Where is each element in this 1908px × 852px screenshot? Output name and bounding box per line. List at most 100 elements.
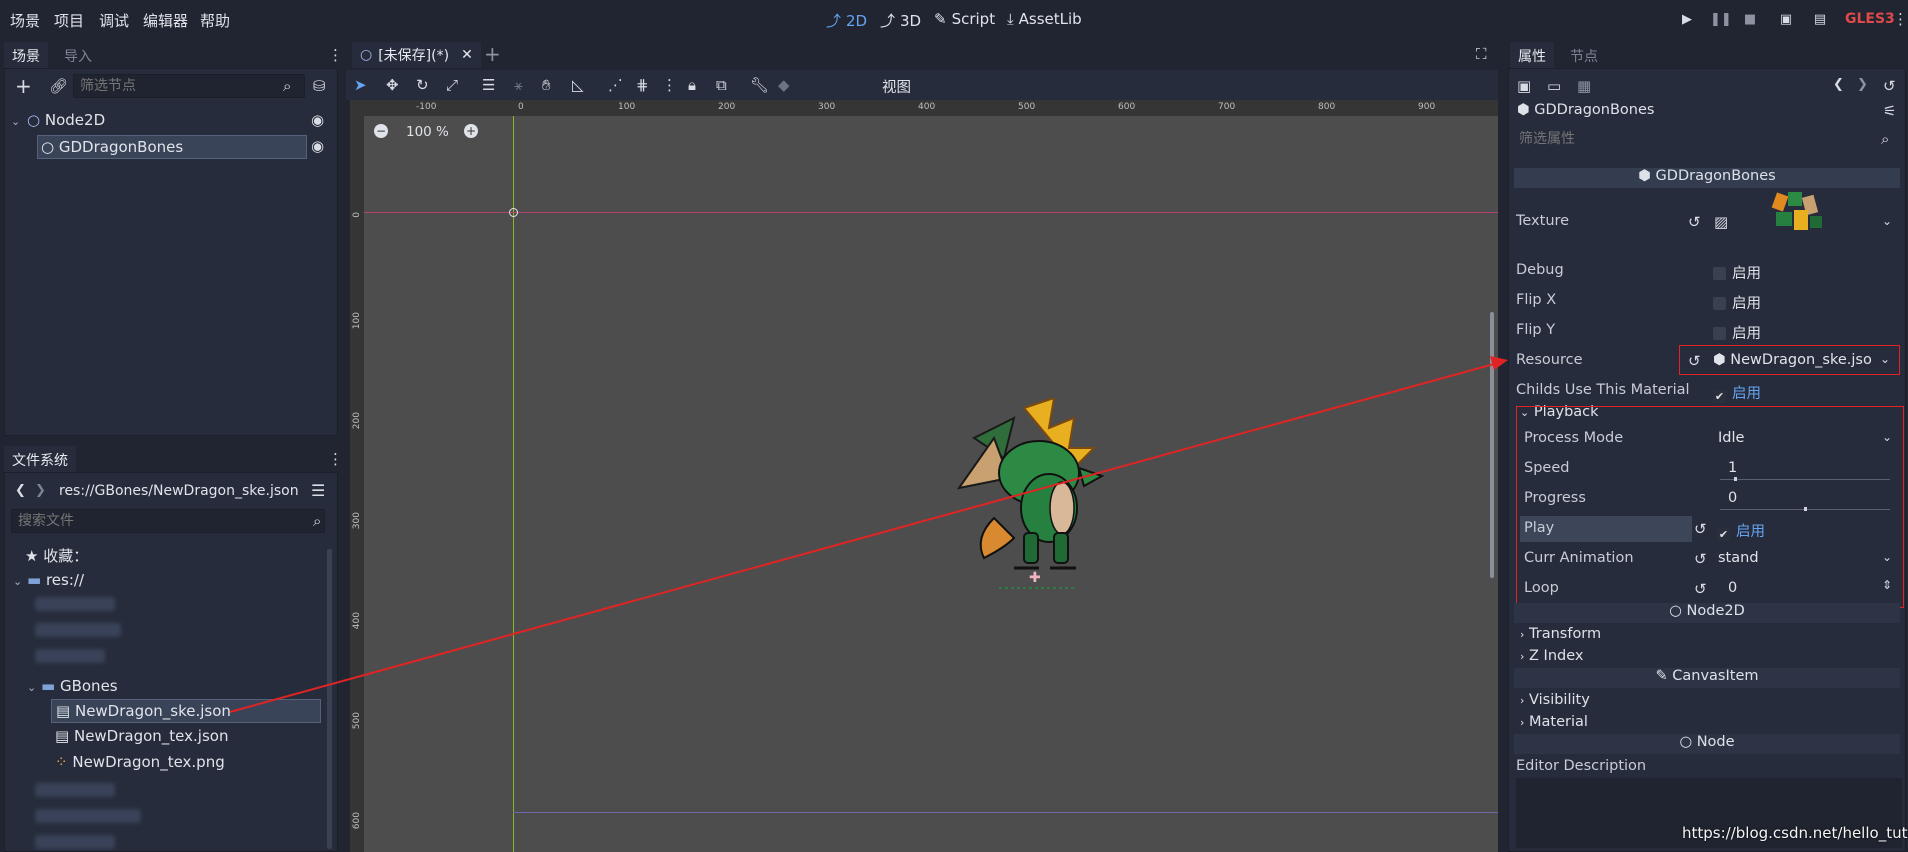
childs-material-checkbox[interactable]: ✔ 启用 bbox=[1713, 382, 1761, 403]
chevron-down-icon[interactable]: ⌄ bbox=[1882, 214, 1892, 228]
select-tool-icon[interactable]: ➤ bbox=[354, 76, 367, 94]
pause-icon[interactable]: ❚❚ bbox=[1710, 12, 1732, 28]
revert-icon[interactable]: ↺ bbox=[1688, 213, 1701, 231]
viewport-scrollbar[interactable] bbox=[1490, 312, 1494, 578]
file-newdragon-tex-png[interactable]: ⁘ NewDragon_tex.png bbox=[55, 753, 225, 771]
checkbox-off[interactable] bbox=[1713, 327, 1726, 340]
play-scene-icon[interactable]: ▣ bbox=[1778, 12, 1794, 28]
visibility-eye-icon[interactable]: ◉ bbox=[311, 137, 324, 155]
grid-snap-icon[interactable]: ⋕ bbox=[636, 76, 649, 94]
texture-preview[interactable] bbox=[1770, 190, 1830, 238]
mode-script-button[interactable]: ✎ Script bbox=[934, 10, 995, 28]
chevron-down-icon[interactable]: ⌄ bbox=[11, 115, 20, 128]
tree-node-node2d[interactable]: ⌄ ○ Node2D bbox=[11, 111, 105, 129]
file-newdragon-tex-json[interactable]: ▤ NewDragon_tex.json bbox=[55, 727, 228, 745]
group-icon[interactable]: ⧉ bbox=[716, 76, 727, 94]
script-attach-icon[interactable]: ⛁ bbox=[313, 77, 326, 95]
chevron-right-icon[interactable]: › bbox=[1520, 716, 1524, 729]
menu-debug[interactable]: 调试 bbox=[99, 10, 129, 31]
tab-node[interactable]: 节点 bbox=[1562, 42, 1606, 68]
menu-editor[interactable]: 编辑器 bbox=[143, 10, 188, 31]
link-icon[interactable]: 🔗︎ bbox=[49, 77, 68, 95]
property-filter-input[interactable] bbox=[1513, 127, 1897, 151]
rotate-tool-icon[interactable]: ↻ bbox=[416, 76, 429, 94]
tree-node-gddragonbones[interactable]: ○ GDDragonBones bbox=[37, 135, 307, 159]
dock-menu-icon[interactable]: ⋮ bbox=[328, 450, 343, 468]
lock-icon[interactable]: 🔒︎ bbox=[688, 76, 696, 94]
back-icon[interactable]: ❮ bbox=[15, 483, 26, 498]
favorites-item[interactable]: ★ 收藏： bbox=[25, 545, 88, 566]
pivot-icon[interactable]: ⚹ bbox=[514, 76, 523, 94]
section-node[interactable]: ○ Node bbox=[1514, 734, 1900, 754]
snap-options-icon[interactable]: ⋮ bbox=[662, 76, 677, 94]
stop-icon[interactable]: ■ bbox=[1742, 12, 1758, 28]
play-custom-scene-icon[interactable]: ▤ bbox=[1812, 12, 1828, 28]
history-icon[interactable]: ↺ bbox=[1883, 77, 1896, 95]
scene-filter-input[interactable] bbox=[73, 74, 305, 98]
bone-icon[interactable]: 🔧︎ bbox=[750, 76, 769, 94]
dock-menu-icon[interactable]: ⋮ bbox=[328, 46, 343, 64]
menu-project[interactable]: 项目 bbox=[54, 10, 84, 31]
debug-checkbox[interactable]: 启用 bbox=[1713, 262, 1761, 283]
scale-tool-icon[interactable]: ⤢ bbox=[446, 76, 458, 94]
camera-icon[interactable]: ◆ bbox=[778, 76, 790, 94]
object-settings-icon[interactable]: ⚟ bbox=[1883, 102, 1896, 120]
forward-icon[interactable]: ❯ bbox=[35, 483, 46, 498]
play-icon[interactable]: ▶ bbox=[1679, 12, 1695, 28]
distraction-free-icon[interactable]: ⛶ bbox=[1476, 45, 1487, 63]
ruler-tool-icon[interactable]: ◺ bbox=[572, 76, 584, 94]
mode-assetlib-button[interactable]: ⤓ AssetLib bbox=[1007, 10, 1082, 28]
file-newdragon-ske[interactable]: ▤ NewDragon_ske.json bbox=[51, 699, 321, 723]
chevron-right-icon[interactable]: › bbox=[1520, 628, 1524, 641]
menu-scene[interactable]: 场景 bbox=[10, 10, 40, 31]
history-forward-icon[interactable]: ❯ bbox=[1857, 77, 1868, 92]
view-menu[interactable]: 视图 bbox=[882, 76, 911, 97]
mode-2d-button[interactable]: ⤴ 2D bbox=[826, 10, 867, 31]
dragon-sprite[interactable]: ✚ bbox=[954, 398, 1104, 598]
save-icon[interactable]: ▦ bbox=[1577, 77, 1591, 95]
tab-scene[interactable]: 场景 bbox=[4, 42, 48, 68]
chevron-right-icon[interactable]: › bbox=[1520, 694, 1524, 707]
tab-import[interactable]: 导入 bbox=[56, 42, 100, 68]
scene-tab-unsaved[interactable]: ○ [未保存](*) ✕ bbox=[352, 42, 481, 68]
folder-gbones[interactable]: ⌄ ▬ GBones bbox=[27, 677, 118, 695]
file-search-input[interactable] bbox=[11, 509, 325, 533]
zindex-header[interactable]: › Z Index bbox=[1520, 648, 1583, 664]
texture-edit-icon[interactable]: ▨ bbox=[1714, 213, 1728, 231]
section-gddragonbones[interactable]: ⬢ GDDragonBones bbox=[1514, 168, 1900, 188]
visibility-eye-icon[interactable]: ◉ bbox=[311, 111, 324, 129]
checkbox-off[interactable] bbox=[1713, 267, 1726, 280]
section-canvasitem[interactable]: ✎ CanvasItem bbox=[1514, 668, 1900, 688]
material-header[interactable]: › Material bbox=[1520, 714, 1588, 730]
chevron-right-icon[interactable]: › bbox=[1520, 650, 1524, 663]
history-back-icon[interactable]: ❮ bbox=[1833, 77, 1844, 92]
mode-3d-button[interactable]: ⤴ 3D bbox=[880, 10, 921, 31]
renderer-label[interactable]: GLES3 bbox=[1845, 11, 1895, 27]
list-select-icon[interactable]: ☰ bbox=[482, 76, 495, 94]
chevron-down-icon[interactable]: ⌄ bbox=[27, 681, 36, 694]
pan-tool-icon[interactable]: ✋︎ bbox=[542, 76, 551, 94]
tab-filesystem[interactable]: 文件系统 bbox=[4, 446, 76, 472]
flipy-checkbox[interactable]: 启用 bbox=[1713, 322, 1761, 343]
layout-toggle-icon[interactable]: ☰ bbox=[311, 481, 325, 500]
res-root-item[interactable]: ⌄ ▬ res:// bbox=[13, 571, 84, 589]
add-tab-icon[interactable]: + bbox=[484, 42, 501, 66]
settings-more-icon[interactable]: ⋮ bbox=[1893, 10, 1908, 28]
menu-help[interactable]: 帮助 bbox=[200, 10, 230, 31]
add-node-icon[interactable]: + bbox=[15, 76, 32, 96]
visibility-header[interactable]: › Visibility bbox=[1520, 692, 1590, 708]
section-node2d[interactable]: ○ Node2D bbox=[1514, 603, 1900, 623]
path-field[interactable]: res://GBones/NewDragon_ske.json bbox=[53, 479, 303, 505]
zoom-level[interactable]: 100 % bbox=[406, 124, 449, 140]
flipx-checkbox[interactable]: 启用 bbox=[1713, 292, 1761, 313]
canvas-viewport[interactable]: -100 0 100 200 300 400 500 600 700 800 9… bbox=[350, 100, 1498, 852]
checkbox-on[interactable]: ✔ bbox=[1713, 390, 1726, 403]
close-icon[interactable]: ✕ bbox=[461, 47, 473, 63]
scrollbar[interactable] bbox=[327, 549, 332, 849]
new-resource-icon[interactable]: ▣ bbox=[1517, 77, 1531, 95]
checkbox-off[interactable] bbox=[1713, 297, 1726, 310]
zoom-out-icon[interactable]: − bbox=[374, 124, 388, 138]
zoom-in-icon[interactable]: + bbox=[464, 124, 478, 138]
open-folder-icon[interactable]: ▭ bbox=[1547, 77, 1561, 95]
transform-header[interactable]: › Transform bbox=[1520, 626, 1601, 642]
